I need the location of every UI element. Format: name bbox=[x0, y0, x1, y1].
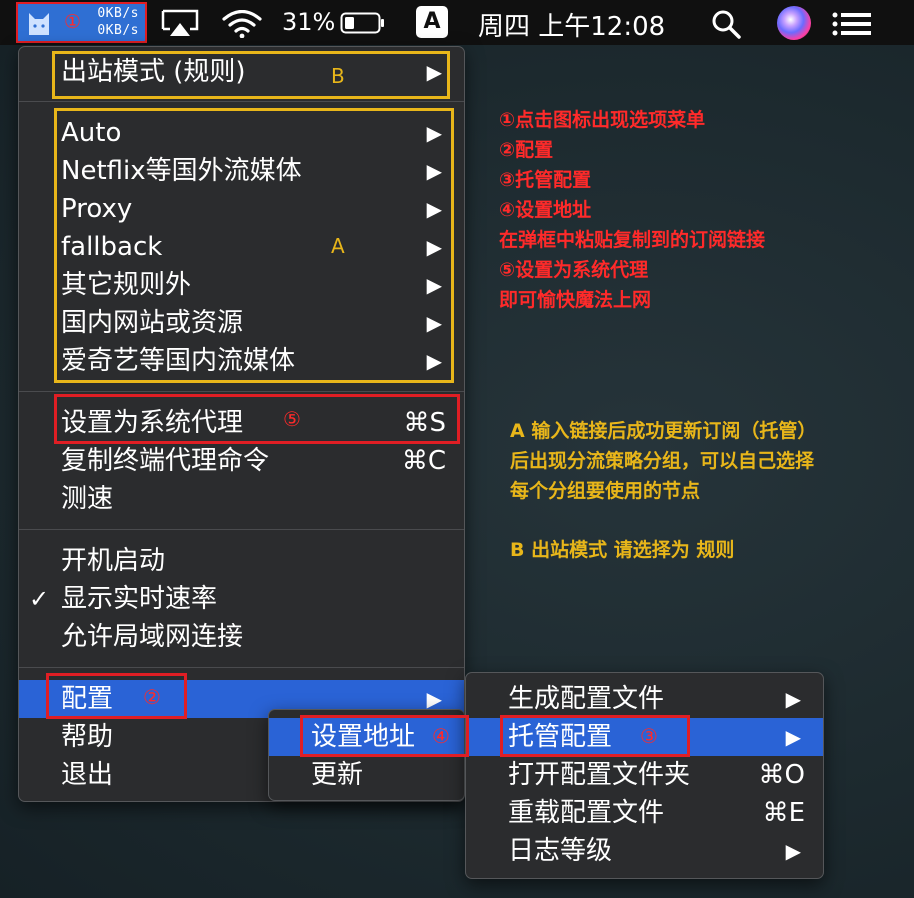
menu-item-allow-lan[interactable]: 允许局域网连接 bbox=[19, 618, 464, 656]
menu-separator bbox=[19, 101, 464, 102]
menu-separator bbox=[19, 391, 464, 392]
menu-item-reload-config[interactable]: 重载配置文件 ⌘E bbox=[466, 794, 823, 832]
annotation-box-b bbox=[52, 51, 450, 99]
note-a-line: 每个分组要使用的节点 bbox=[510, 480, 701, 502]
generate-config-label: 生成配置文件 bbox=[508, 684, 665, 714]
show-speed-label: 显示实时速率 bbox=[61, 584, 218, 614]
submenu-arrow-icon: ▶ bbox=[785, 725, 801, 749]
step-line: ⑤设置为系统代理 bbox=[499, 259, 649, 281]
menu-item-open-config-folder[interactable]: 打开配置文件夹 ⌘O bbox=[466, 756, 823, 794]
menu-item-log-level[interactable]: 日志等级 ▶ bbox=[466, 832, 823, 870]
clash-status-item[interactable]: ① 0KB/s 0KB/s bbox=[16, 2, 147, 43]
step-line: 即可愉快魔法上网 bbox=[499, 289, 652, 311]
menu-bar: ① 0KB/s 0KB/s 31% A 周四 上午12:08 bbox=[0, 0, 914, 45]
menu-item-show-speed[interactable]: ✓ 显示实时速率 bbox=[19, 580, 464, 618]
shortcut-label: ⌘E bbox=[762, 798, 805, 828]
download-speed: 0KB/s bbox=[97, 23, 139, 38]
menu-item-launch-at-login[interactable]: 开机启动 bbox=[19, 542, 464, 580]
upload-speed: 0KB/s bbox=[97, 6, 139, 21]
submenu-arrow-icon: ▶ bbox=[785, 687, 801, 711]
battery-icon[interactable] bbox=[340, 12, 386, 34]
note-b: B 出站模式 请选择为 规则 bbox=[510, 539, 735, 561]
update-label: 更新 bbox=[311, 760, 364, 790]
annotation-box-a bbox=[54, 108, 454, 383]
copy-terminal-label: 复制终端代理命令 bbox=[61, 446, 270, 476]
shortcut-label: ⌘C bbox=[401, 446, 446, 476]
quit-label: 退出 bbox=[61, 760, 114, 790]
reload-config-label: 重载配置文件 bbox=[508, 798, 665, 828]
note-a-line: 后出现分流策略分组，可以自己选择 bbox=[510, 450, 815, 472]
menu-item-generate-config[interactable]: 生成配置文件 ▶ bbox=[466, 680, 823, 718]
checkmark-icon: ✓ bbox=[29, 585, 50, 613]
airplay-icon[interactable] bbox=[160, 9, 200, 37]
step-line: ①点击图标出现选项菜单 bbox=[499, 109, 706, 131]
annotation-marker-b: B bbox=[331, 64, 345, 88]
input-source-icon[interactable]: A bbox=[416, 6, 448, 38]
annotation-marker-a: A bbox=[331, 234, 345, 258]
note-a: A 输入链接后成功更新订阅（托管） 后出现分流策略分组，可以自己选择 每个分组要… bbox=[510, 416, 816, 506]
step-line: 在弹框中粘贴复制到的订阅链接 bbox=[499, 229, 766, 251]
log-level-label: 日志等级 bbox=[508, 836, 613, 866]
annotation-box-2 bbox=[46, 673, 187, 719]
clash-cat-icon bbox=[29, 13, 49, 35]
menu-item-update[interactable]: 更新 bbox=[269, 756, 464, 794]
help-label: 帮助 bbox=[61, 722, 114, 752]
menu-separator bbox=[19, 667, 464, 668]
config-submenu: 生成配置文件 ▶ 托管配置 ▶ 打开配置文件夹 ⌘O 重载配置文件 ⌘E 日志等… bbox=[465, 672, 824, 879]
step-line: ②配置 bbox=[499, 139, 554, 161]
notification-center-icon[interactable] bbox=[832, 12, 872, 36]
annotation-marker-2: ② bbox=[143, 685, 161, 709]
launch-at-login-label: 开机启动 bbox=[61, 546, 166, 576]
annotation-box-5 bbox=[54, 394, 460, 444]
battery-percentage: 31% bbox=[282, 8, 336, 36]
submenu-arrow-icon: ▶ bbox=[785, 839, 801, 863]
note-a-line: A 输入链接后成功更新订阅（托管） bbox=[510, 420, 817, 442]
siri-icon[interactable] bbox=[777, 6, 811, 40]
menu-item-speed-test[interactable]: 测速 bbox=[19, 480, 464, 518]
step-marker-1: ① bbox=[64, 11, 82, 33]
annotation-marker-3: ③ bbox=[640, 724, 658, 748]
annotation-box-3 bbox=[500, 715, 690, 757]
open-folder-label: 打开配置文件夹 bbox=[508, 760, 691, 790]
shortcut-label: ⌘O bbox=[758, 760, 805, 790]
menu-separator bbox=[19, 529, 464, 530]
step-line: ③托管配置 bbox=[499, 169, 592, 191]
wifi-icon[interactable] bbox=[220, 10, 264, 38]
step-instructions: ①点击图标出现选项菜单 ②配置 ③托管配置 ④设置地址 在弹框中粘贴复制到的订阅… bbox=[499, 105, 765, 315]
menu-item-copy-terminal-command[interactable]: 复制终端代理命令 ⌘C bbox=[19, 442, 464, 480]
annotation-marker-5: ⑤ bbox=[283, 407, 301, 431]
menubar-clock[interactable]: 周四 上午12:08 bbox=[478, 6, 665, 43]
annotation-marker-4: ④ bbox=[432, 724, 450, 748]
spotlight-icon[interactable] bbox=[710, 8, 742, 40]
speed-test-label: 测速 bbox=[61, 484, 114, 514]
allow-lan-label: 允许局域网连接 bbox=[61, 622, 244, 652]
step-line: ④设置地址 bbox=[499, 199, 592, 221]
